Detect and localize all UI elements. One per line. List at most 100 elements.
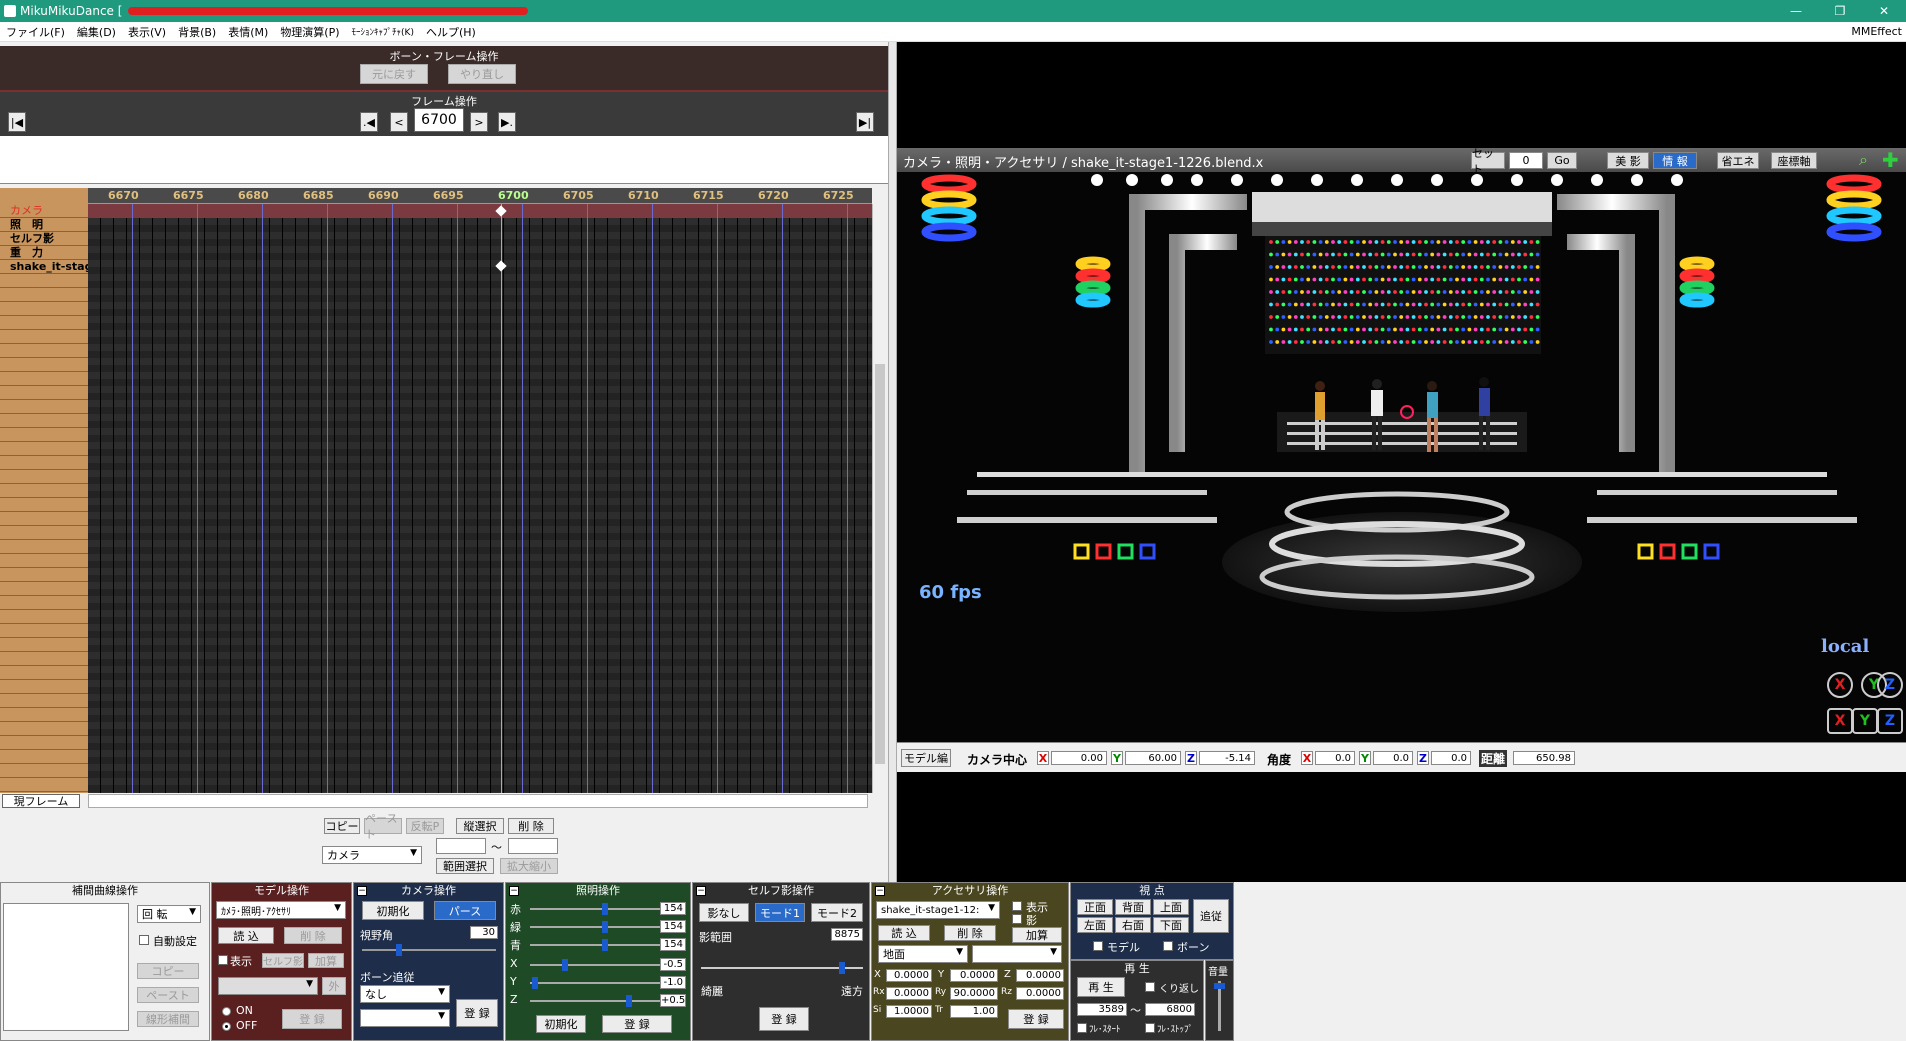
info-button[interactable]: 情 報 <box>1653 152 1697 169</box>
light-x-slider[interactable] <box>530 959 660 971</box>
model-out-button[interactable]: 外 <box>322 977 346 995</box>
range-start-input[interactable] <box>436 838 486 854</box>
interp-copy-button[interactable]: コピー <box>137 963 199 979</box>
current-frame-button[interactable]: 現フレーム <box>2 794 80 808</box>
move-y-icon[interactable]: Y <box>1852 708 1878 734</box>
play-start-input[interactable]: 3589 <box>1077 1003 1127 1016</box>
stage-scene[interactable] <box>897 172 1906 742</box>
fov-input[interactable]: 30 <box>470 926 498 939</box>
acc-register-button[interactable]: 登 録 <box>1008 1009 1064 1029</box>
view-right-button[interactable]: 右面 <box>1115 917 1151 933</box>
light-g-input[interactable]: 154 <box>660 920 686 933</box>
play-end-input[interactable]: 6800 <box>1145 1003 1195 1016</box>
repeat-checkbox[interactable] <box>1145 982 1155 992</box>
timeline-horizontal-scrollbar[interactable] <box>88 794 868 808</box>
acc-add-button[interactable]: 加算 <box>1012 927 1062 943</box>
row-camera[interactable]: カメラ <box>0 204 88 218</box>
axis-button[interactable]: 座標軸 <box>1771 152 1817 169</box>
menu-background[interactable]: 背景(B) <box>172 24 222 40</box>
view-back-button[interactable]: 背面 <box>1115 899 1151 915</box>
viewport[interactable]: カメラ・照明・アクセサリ / shake_it-stage1-1226.blen… <box>897 42 1906 882</box>
row-gravity[interactable]: 重 力 <box>0 246 88 260</box>
acc-z-input[interactable]: 0.0000 <box>1016 969 1064 982</box>
row-self-shadow[interactable]: セルフ影 <box>0 232 88 246</box>
prev-key-button[interactable]: .◀ <box>360 112 378 132</box>
model-register-button[interactable]: 登 録 <box>282 1009 342 1029</box>
auto-set-checkbox[interactable] <box>139 935 149 945</box>
accessory-select[interactable]: shake_it-stage1-12: ▼ <box>876 901 1000 919</box>
menu-mmeffect[interactable]: MMEffect <box>1851 25 1902 38</box>
move-x-icon[interactable]: X <box>1827 708 1853 734</box>
zoom-icon[interactable]: ⌕ <box>1859 150 1868 170</box>
menu-motion-capture[interactable]: ﾓｰｼｮﾝｷｬﾌﾟﾁｬ(K) <box>346 25 420 38</box>
shadow-mode2-button[interactable]: モード2 <box>811 903 863 922</box>
angle-y-input[interactable]: 0.0 <box>1373 751 1413 765</box>
model-delete-button[interactable]: 削 除 <box>284 927 342 944</box>
copy-button[interactable]: コピー <box>324 818 360 834</box>
view-model-checkbox[interactable] <box>1093 941 1103 951</box>
set-button[interactable]: セット <box>1471 147 1505 176</box>
angle-x-input[interactable]: 0.0 <box>1315 751 1355 765</box>
cam-y-input[interactable]: 60.00 <box>1125 751 1181 765</box>
keyframe-grid[interactable] <box>88 204 872 793</box>
move-plus-icon[interactable]: ✚ <box>1882 148 1899 172</box>
shadow-range-slider[interactable] <box>701 962 863 974</box>
menu-help[interactable]: ヘルプ(H) <box>420 24 482 40</box>
light-y-input[interactable]: -1.0 <box>660 976 686 989</box>
perspective-button[interactable]: パース <box>434 901 496 920</box>
maximize-button[interactable]: ❐ <box>1818 0 1862 22</box>
acc-ry-input[interactable]: 90.0000 <box>950 987 998 1000</box>
collapse-icon[interactable]: − <box>696 886 706 896</box>
interp-mode-select[interactable]: 回 転 ▼ <box>137 905 201 923</box>
shadow-none-button[interactable]: 影なし <box>699 903 749 922</box>
distance-input[interactable]: 650.98 <box>1513 751 1575 765</box>
bone-follow-sub-select[interactable]: ▼ <box>360 1009 450 1027</box>
model-edit-button[interactable]: モデル編 <box>901 749 951 767</box>
acc-load-button[interactable]: 読 込 <box>878 925 930 941</box>
interp-curve-canvas[interactable] <box>3 903 129 1031</box>
model-bone-select[interactable]: ▼ <box>218 977 318 995</box>
light-g-slider[interactable] <box>530 921 660 933</box>
last-frame-button[interactable]: ▶| <box>856 112 874 132</box>
rotate-x-icon[interactable]: X <box>1827 672 1853 698</box>
acc-delete-button[interactable]: 削 除 <box>944 925 996 941</box>
cam-z-input[interactable]: -5.14 <box>1199 751 1255 765</box>
close-button[interactable]: ✕ <box>1862 0 1906 22</box>
first-frame-button[interactable]: |◀ <box>8 112 26 132</box>
shadow-mode1-button[interactable]: モード1 <box>755 903 805 922</box>
eco-button[interactable]: 省エネ <box>1717 152 1759 169</box>
collapse-icon[interactable]: − <box>357 886 367 896</box>
camera-register-button[interactable]: 登 録 <box>456 999 498 1027</box>
acc-shadow-checkbox[interactable] <box>1012 914 1022 924</box>
frame-number-input[interactable]: 6700 <box>414 108 464 132</box>
model-add-button[interactable]: 加算 <box>308 953 344 968</box>
next-key-button[interactable]: ▶. <box>498 112 516 132</box>
acc-parent-select[interactable]: 地面 ▼ <box>878 945 968 963</box>
collapse-icon[interactable]: − <box>875 886 885 896</box>
vertical-select-button[interactable]: 縦選択 <box>456 818 504 834</box>
acc-show-checkbox[interactable] <box>1012 901 1022 911</box>
light-z-slider[interactable] <box>530 995 660 1007</box>
local-mode-label[interactable]: local <box>1821 636 1869 657</box>
frame-stop-checkbox[interactable] <box>1145 1023 1155 1033</box>
model-select[interactable]: ｶﾒﾗ･照明･ｱｸｾｻﾘ ▼ <box>216 901 346 919</box>
delete-frames-button[interactable]: 削 除 <box>508 818 554 834</box>
shadow-range-input[interactable]: 8875 <box>831 928 863 941</box>
view-bottom-button[interactable]: 下面 <box>1153 917 1189 933</box>
paste-button[interactable]: ペースト <box>364 812 402 841</box>
menu-file[interactable]: ファイル(F) <box>0 24 71 40</box>
light-x-input[interactable]: -0.5 <box>660 958 686 971</box>
view-top-button[interactable]: 上面 <box>1153 899 1189 915</box>
undo-button[interactable]: 元に戻す <box>360 64 428 84</box>
shadow-register-button[interactable]: 登 録 <box>759 1007 809 1031</box>
acc-rx-input[interactable]: 0.0000 <box>886 987 932 1000</box>
light-init-button[interactable]: 初期化 <box>536 1015 586 1033</box>
model-self-shadow-button[interactable]: セルフ影 <box>262 953 304 968</box>
light-z-input[interactable]: +0.5 <box>660 994 686 1007</box>
scale-button[interactable]: 拡大縮小 <box>500 858 558 874</box>
row-accessory[interactable]: shake_it-stage1-1226 <box>0 260 88 274</box>
edit-target-select[interactable]: カメラ ▼ <box>322 846 422 864</box>
acc-y-input[interactable]: 0.0000 <box>950 969 998 982</box>
prev-frame-button[interactable]: < <box>390 112 408 132</box>
menu-expression[interactable]: 表情(M) <box>222 24 274 40</box>
